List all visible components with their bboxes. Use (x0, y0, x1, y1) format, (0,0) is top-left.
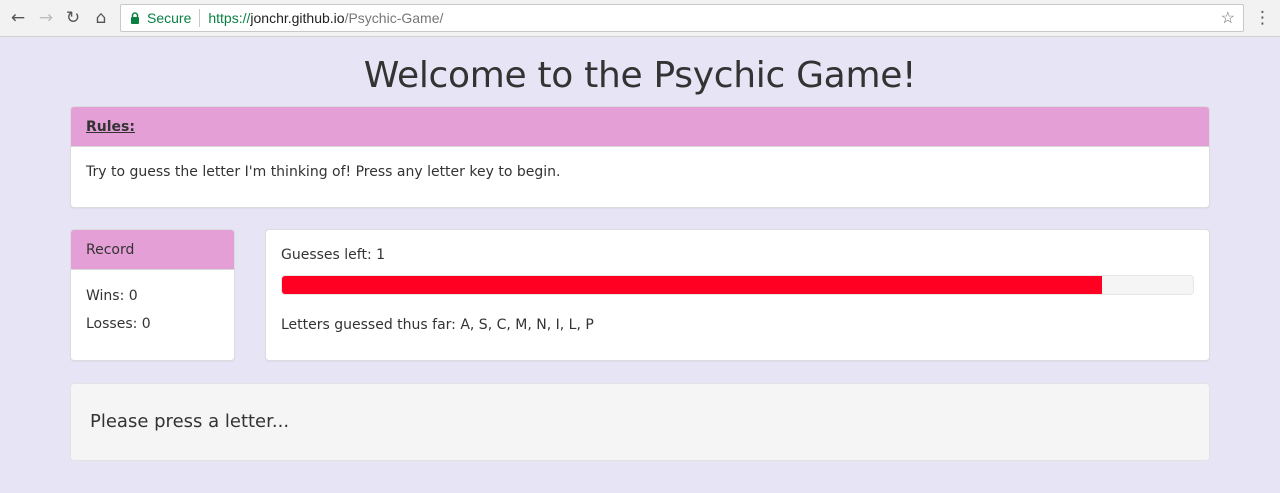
game-stats-panel: Guesses left: 1 Letters guessed thus far… (265, 229, 1210, 361)
rules-heading: Rules: (86, 118, 135, 135)
guesses-progress-bar (281, 275, 1194, 295)
home-icon[interactable]: ⌂ (91, 8, 111, 28)
url-host: jonchr.github.io (250, 10, 345, 26)
guesses-left: Guesses left: 1 (281, 247, 386, 263)
record-panel-heading: Record (71, 230, 234, 270)
rules-text: Try to guess the letter I'm thinking of!… (86, 164, 561, 180)
prompt-message: Please press a letter... (90, 411, 290, 432)
address-bar[interactable]: Secure https://jonchr.github.io/Psychic-… (120, 4, 1244, 32)
rules-panel: Rules: Try to guess the letter I'm think… (70, 106, 1210, 208)
lock-icon (129, 11, 141, 25)
back-icon[interactable]: ← (8, 8, 28, 28)
letters-guessed: Letters guessed thus far: A, S, C, M, N,… (281, 317, 594, 333)
bookmark-star-icon[interactable]: ☆ (1221, 8, 1235, 28)
url-path: /Psychic-Game/ (344, 10, 444, 26)
secure-label: Secure (147, 10, 192, 26)
progress-fill (282, 276, 1102, 294)
record-panel: Record Wins: 0 Losses: 0 (70, 229, 235, 361)
rules-panel-heading: Rules: (71, 107, 1209, 147)
browser-menu-icon[interactable]: ⋮ (1254, 8, 1271, 28)
page-title: Welcome to the Psychic Game! (363, 55, 917, 96)
reload-icon[interactable]: ↻ (63, 8, 83, 28)
prompt-well: Please press a letter... (70, 383, 1210, 461)
wins-count: Wins: 0 (86, 288, 138, 304)
url-scheme: https:// (208, 10, 251, 26)
address-separator (199, 9, 201, 27)
forward-icon[interactable]: → (36, 8, 56, 28)
losses-count: Losses: 0 (86, 316, 151, 332)
browser-toolbar: ← → ↻ ⌂ Secure https://jonchr.github.io /… (0, 0, 1280, 37)
